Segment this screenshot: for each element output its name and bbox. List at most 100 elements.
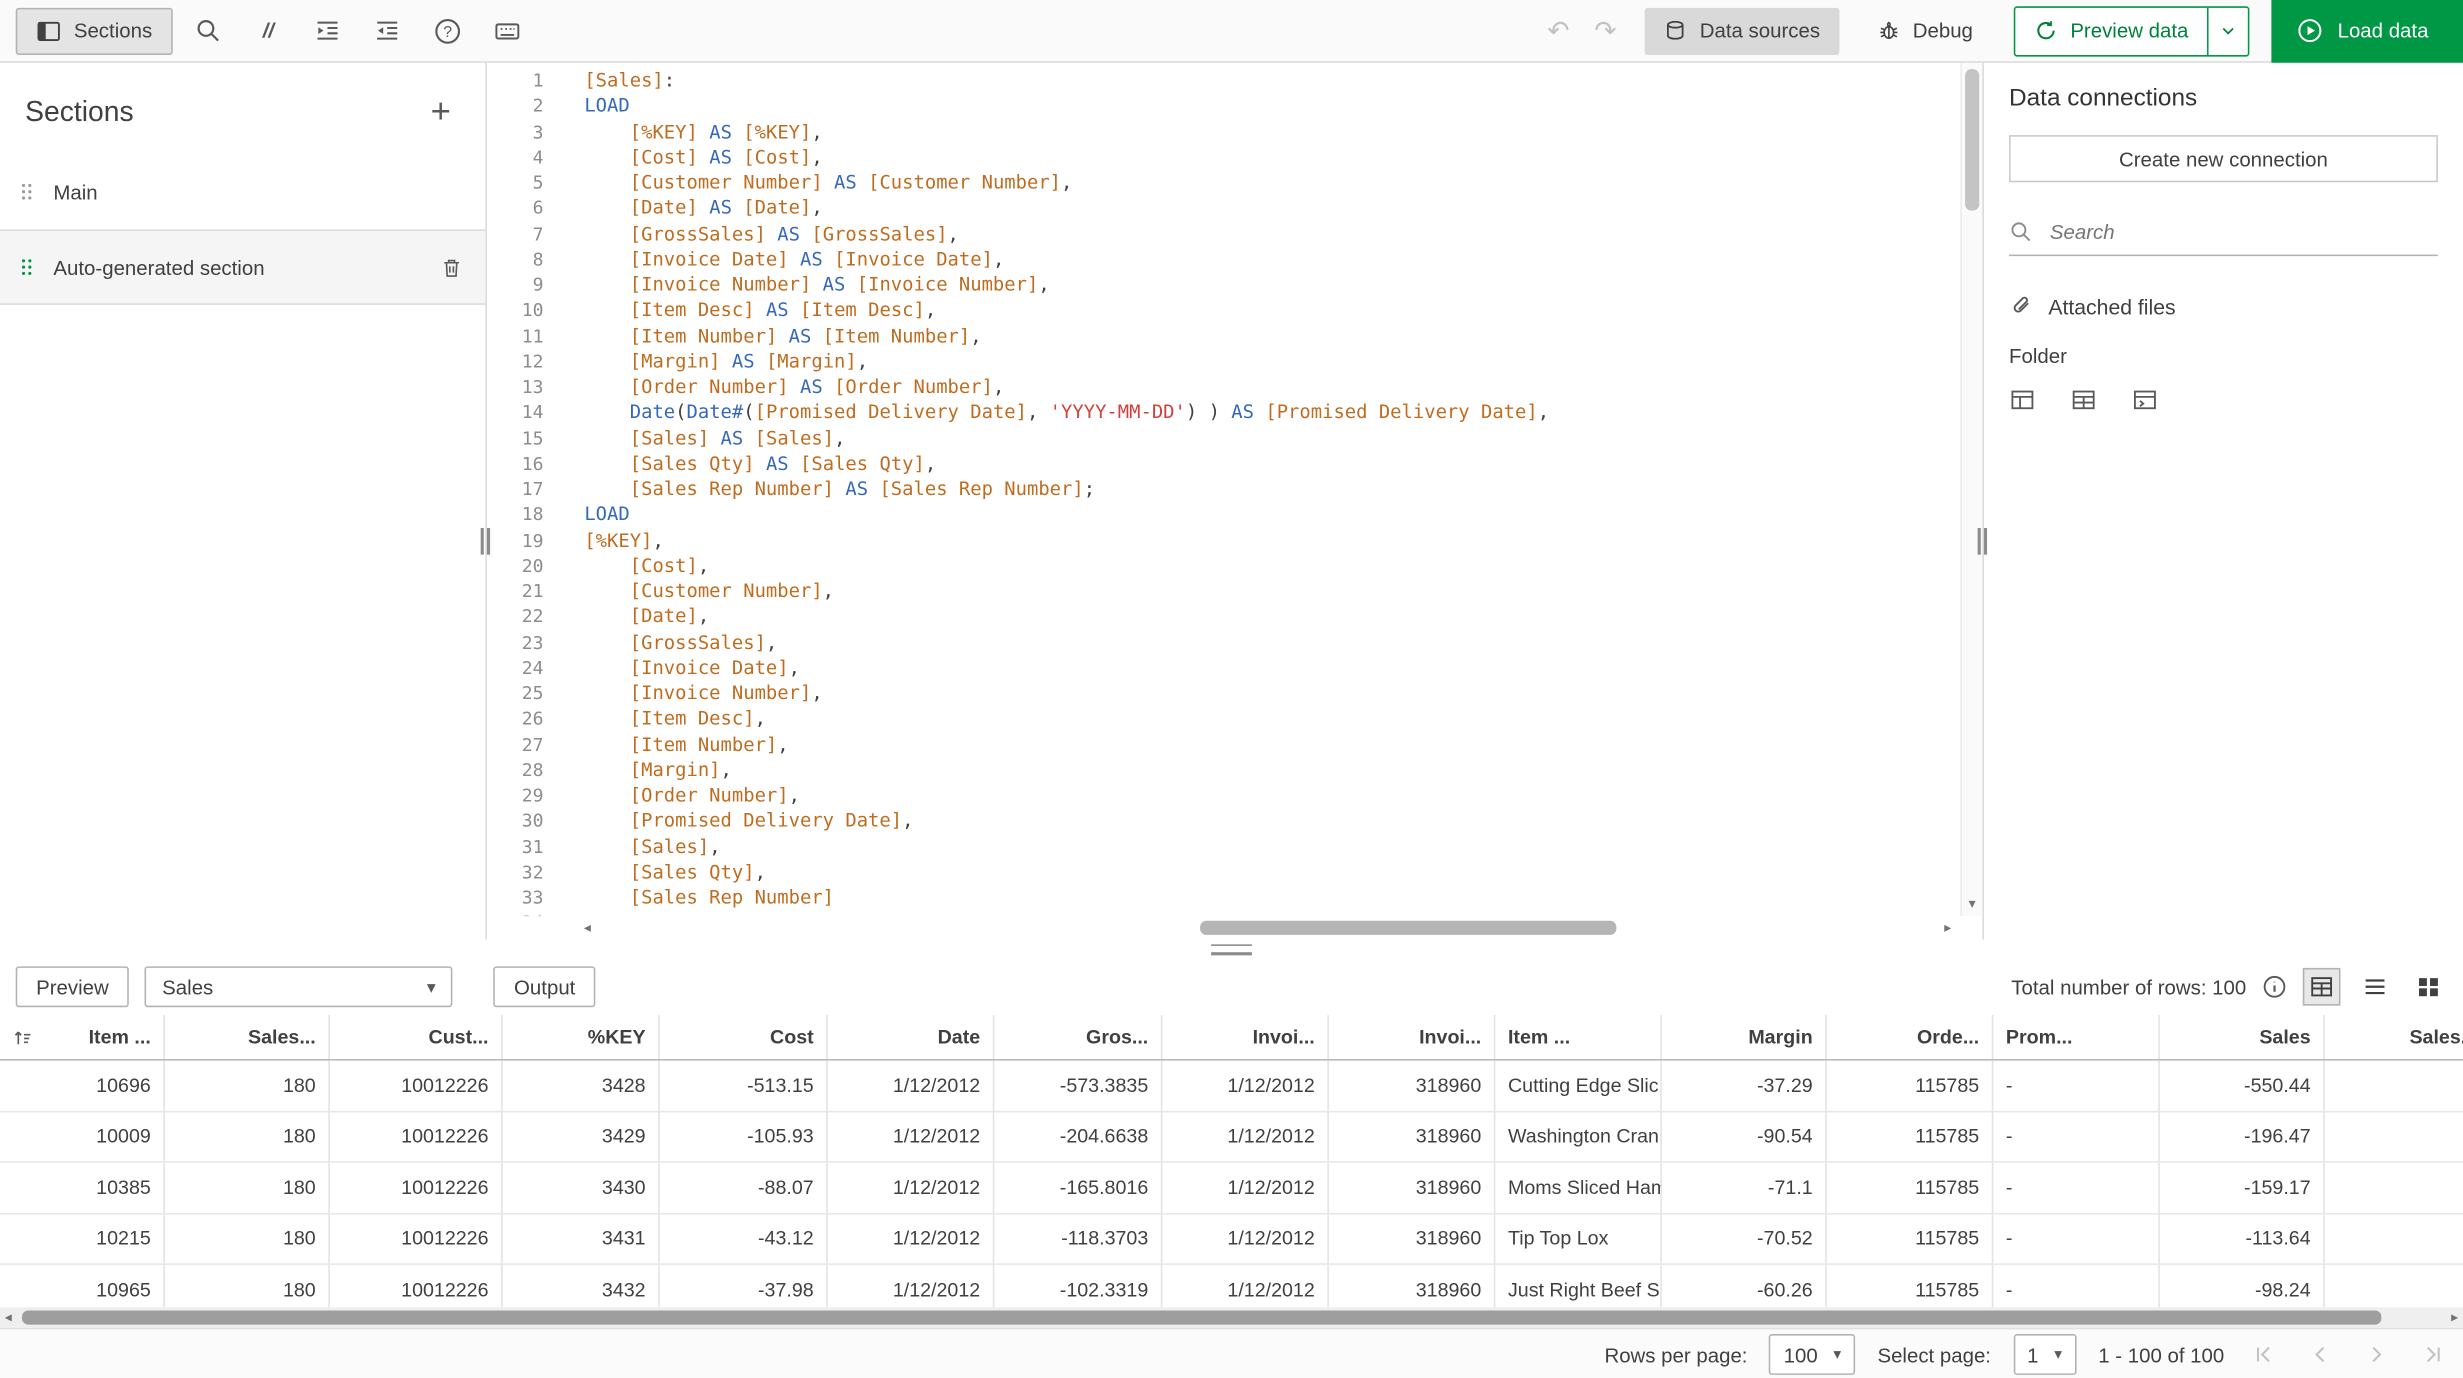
code-line[interactable]: 10 [Item Desc] AS [Item Desc], — [487, 297, 1960, 323]
sections-toggle-button[interactable]: Sections — [15, 7, 173, 55]
code-line[interactable]: 22 [Date], — [487, 604, 1960, 630]
code-line[interactable]: 15 [Sales] AS [Sales], — [487, 425, 1960, 451]
scrollbar-thumb[interactable] — [1965, 69, 1980, 211]
column-header[interactable]: Sales — [2160, 1015, 2325, 1060]
code-line[interactable]: 30 [Promised Delivery Date], — [487, 808, 1960, 834]
editor-horizontal-scrollbar[interactable]: ◂ ▸ — [578, 918, 1957, 938]
code-line[interactable]: 16 [Sales Qty] AS [Sales Qty], — [487, 451, 1960, 477]
code-line[interactable]: 11 [Item Number] AS [Item Number], — [487, 323, 1960, 349]
column-header[interactable]: Orde... — [1827, 1015, 1994, 1060]
table-horizontal-scrollbar[interactable]: ◂ ▸ — [0, 1307, 2463, 1328]
column-header[interactable]: Margin — [1662, 1015, 1827, 1060]
shortcuts-icon[interactable] — [484, 7, 531, 54]
code-line[interactable]: 28 [Margin], — [487, 757, 1960, 783]
code-line[interactable]: 6 [Date] AS [Date], — [487, 195, 1960, 221]
sidebar-item-auto-generated-section[interactable]: Auto-generated section — [0, 229, 486, 305]
scroll-left-icon[interactable]: ◂ — [5, 1307, 12, 1327]
code-line[interactable]: 31 [Sales], — [487, 834, 1960, 860]
table-row[interactable]: 10965 180 10012226 3432 -37.98 1/12/2012 -102.… — [0, 1264, 2463, 1308]
code-line[interactable]: 27 [Item Number], — [487, 731, 1960, 757]
preview-data-caret[interactable] — [2207, 7, 2248, 55]
code-line[interactable]: 13 [Order Number] AS [Order Number], — [487, 374, 1960, 400]
delete-section-icon[interactable] — [440, 255, 464, 279]
column-header[interactable]: Item ... — [0, 1015, 165, 1060]
code-line[interactable]: 3 [%KEY] AS [%KEY], — [487, 119, 1960, 145]
panel-splitter[interactable] — [0, 939, 2463, 959]
code-line[interactable]: 33 [Sales Rep Number] — [487, 885, 1960, 911]
code-lines[interactable]: 1 [Sales]: 2 LOAD 3 [%KEY] AS [%KEY], 4 [Cost… — [487, 68, 1960, 916]
code-line[interactable]: 24 [Invoice Date], — [487, 655, 1960, 681]
add-section-button[interactable]: + — [421, 93, 460, 129]
grid-view-icon[interactable] — [2410, 968, 2448, 1006]
code-line[interactable]: 23 [GrossSales], — [487, 629, 1960, 655]
page-select[interactable]: 1 ▾ — [2012, 1334, 2077, 1375]
output-tab-button[interactable]: Output — [493, 966, 596, 1008]
column-header[interactable]: Date — [828, 1015, 995, 1060]
table-row[interactable]: 10385 180 10012226 3430 -88.07 1/12/2012 -165.… — [0, 1162, 2463, 1214]
redo-icon[interactable]: ↷ — [1582, 15, 1629, 46]
sidebar-resize-handle[interactable] — [480, 527, 492, 555]
sidebar-item-main[interactable]: Main — [0, 154, 485, 229]
debug-button[interactable]: Debug — [1858, 7, 1992, 54]
code-line[interactable]: 2 LOAD — [487, 93, 1960, 119]
table-picker-select[interactable]: Sales ▾ — [144, 966, 453, 1008]
connection-search-input[interactable] — [2046, 217, 2438, 245]
scroll-right-icon[interactable]: ▸ — [1938, 919, 1957, 936]
edit-connection-icon[interactable] — [2070, 387, 2097, 414]
undo-icon[interactable]: ↶ — [1535, 15, 1582, 46]
script-editor[interactable]: 1 [Sales]: 2 LOAD 3 [%KEY] AS [%KEY], 4 [Cost… — [486, 62, 1983, 940]
code-line[interactable]: 1 [Sales]: — [487, 68, 1960, 94]
info-icon[interactable] — [2262, 974, 2287, 999]
column-header[interactable]: Cost — [660, 1015, 828, 1060]
data-sources-button[interactable]: Data sources — [1644, 7, 1839, 55]
table-row[interactable]: 10696 180 10012226 3428 -513.15 1/12/2012 -573… — [0, 1060, 2463, 1112]
column-header[interactable]: Sales... — [165, 1015, 330, 1060]
column-header[interactable]: %KEY — [503, 1015, 660, 1060]
code-line[interactable]: 32 [Sales Qty], — [487, 859, 1960, 885]
column-header[interactable]: Prom... — [1993, 1015, 2160, 1060]
panel-resize-handle[interactable] — [1977, 527, 1989, 555]
list-view-icon[interactable] — [2356, 968, 2394, 1006]
drag-handle-icon[interactable] — [21, 255, 35, 280]
code-line[interactable]: 14 Date(Date#([Promised Delivery Date], … — [487, 400, 1960, 426]
column-header[interactable]: Item ... — [1495, 1015, 1662, 1060]
table-row[interactable]: 10009 180 10012226 3429 -105.93 1/12/2012 -204… — [0, 1111, 2463, 1163]
code-line[interactable]: 9 [Invoice Number] AS [Invoice Number], — [487, 272, 1960, 298]
code-line[interactable]: 8 [Invoice Date] AS [Invoice Date], — [487, 246, 1960, 272]
drag-handle-icon[interactable] — [21, 179, 35, 204]
editor-vertical-scrollbar[interactable]: ▾ — [1960, 62, 1983, 917]
preview-data-button[interactable]: Preview data — [2015, 7, 2207, 54]
scrollbar-thumb[interactable] — [1200, 920, 1617, 935]
code-line[interactable]: 12 [Margin] AS [Margin], — [487, 348, 1960, 374]
column-header[interactable]: Gros... — [994, 1015, 1163, 1060]
code-line[interactable]: 17 [Sales Rep Number] AS [Sales Rep Numb… — [487, 476, 1960, 502]
code-line[interactable]: 34 — [487, 910, 1960, 916]
preview-tab-button[interactable]: Preview — [15, 966, 130, 1008]
load-data-button[interactable]: Load data — [2271, 0, 2463, 63]
code-line[interactable]: 26 [Item Desc], — [487, 706, 1960, 732]
table-row[interactable]: 10215 180 10012226 3431 -43.12 1/12/2012 -118.… — [0, 1213, 2463, 1265]
scrollbar-track[interactable] — [597, 920, 1938, 935]
code-line[interactable]: 19 [%KEY], — [487, 527, 1960, 553]
code-line[interactable]: 21 [Customer Number], — [487, 578, 1960, 604]
scroll-left-icon[interactable]: ◂ — [578, 919, 597, 936]
column-header[interactable]: Invoi... — [1162, 1015, 1329, 1060]
code-line[interactable]: 20 [Cost], — [487, 553, 1960, 579]
code-line[interactable]: 25 [Invoice Number], — [487, 680, 1960, 706]
scroll-right-icon[interactable]: ▸ — [2451, 1307, 2458, 1327]
create-connection-button[interactable]: Create new connection — [2009, 135, 2438, 183]
code-line[interactable]: 29 [Order Number], — [487, 783, 1960, 809]
code-line[interactable]: 7 [GrossSales] AS [GrossSales], — [487, 221, 1960, 247]
scroll-down-icon[interactable]: ▾ — [1962, 896, 1982, 913]
select-data-icon[interactable] — [2009, 387, 2036, 414]
first-page-icon[interactable] — [2246, 1343, 2281, 1365]
next-page-icon[interactable] — [2359, 1343, 2394, 1365]
column-header[interactable]: Sales... — [2325, 1015, 2463, 1059]
code-line[interactable]: 18 LOAD — [487, 502, 1960, 528]
code-line[interactable]: 5 [Customer Number] AS [Customer Number]… — [487, 170, 1960, 196]
indent-icon[interactable] — [305, 7, 352, 54]
outdent-icon[interactable] — [364, 7, 411, 54]
table-view-icon[interactable] — [2302, 967, 2341, 1006]
column-header[interactable]: Invoi... — [1329, 1015, 1496, 1060]
search-icon[interactable] — [185, 7, 232, 54]
